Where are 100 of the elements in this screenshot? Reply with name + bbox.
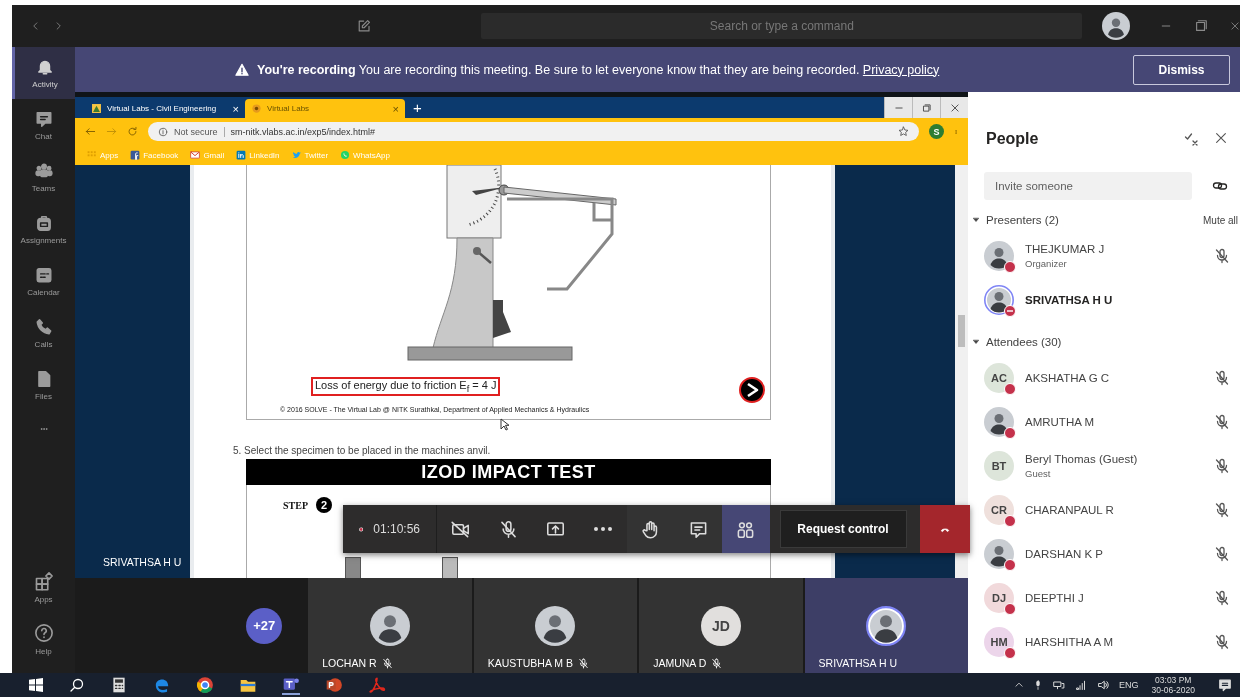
url-text: sm-nitk.vlabs.ac.in/exp5/index.html# xyxy=(223,126,376,137)
people-app-icon[interactable] xyxy=(282,675,300,693)
compose-icon[interactable] xyxy=(357,18,372,34)
invite-field[interactable]: Invite someone xyxy=(984,172,1192,200)
video-tile[interactable]: KAUSTUBHA M B xyxy=(473,578,638,673)
section-header[interactable]: Attendees (30) xyxy=(968,328,1240,356)
restore-icon[interactable] xyxy=(1194,19,1208,33)
participant-name: KAUSTUBHA M B xyxy=(487,657,573,669)
notifications-icon[interactable] xyxy=(1218,678,1232,692)
reload-icon[interactable] xyxy=(127,126,138,137)
rail-item[interactable]: Teams xyxy=(12,151,75,203)
help-icon xyxy=(33,622,54,643)
specimen-bar xyxy=(442,557,458,578)
participant-name: CHARANPAUL R xyxy=(1025,504,1114,516)
video-tile[interactable]: SRIVATHSA H U xyxy=(804,578,969,673)
bird-icon xyxy=(291,150,302,160)
back-icon[interactable] xyxy=(30,20,40,32)
privacy-link[interactable]: Privacy policy xyxy=(862,62,940,77)
start-icon[interactable] xyxy=(28,677,44,693)
signal-icon[interactable] xyxy=(1075,679,1088,691)
avatar: AC xyxy=(984,363,1014,393)
participant-name: HARSHITHA A M xyxy=(1025,636,1114,648)
rail-item[interactable]: Files xyxy=(12,359,75,411)
backpack-icon xyxy=(34,213,53,232)
calculator-icon[interactable] xyxy=(110,676,128,694)
avatar xyxy=(1102,12,1130,40)
browser-tab[interactable]: Virtual Labs × xyxy=(245,99,405,118)
rail-item[interactable]: Chat xyxy=(12,99,75,151)
section-title: Presenters (2) xyxy=(986,214,1059,226)
back-icon[interactable] xyxy=(85,126,96,137)
next-button[interactable] xyxy=(739,377,765,403)
participant-name: DEEPTHI J xyxy=(1025,592,1084,604)
browser-tab[interactable]: Virtual Labs - Civil Engineering × xyxy=(85,99,245,118)
profile-avatar[interactable]: S xyxy=(929,124,944,139)
microphone-icon[interactable] xyxy=(1033,679,1043,691)
mute-all-link[interactable]: Mute all xyxy=(1203,214,1238,226)
participant-name: SRIVATHSA H U xyxy=(818,657,897,669)
warning-icon xyxy=(235,62,249,77)
mic-off-icon xyxy=(498,519,518,539)
avatar: HM xyxy=(984,627,1014,657)
close-icon[interactable] xyxy=(949,102,960,113)
slides-app-icon[interactable] xyxy=(325,676,343,694)
close-tab-button[interactable]: × xyxy=(392,102,399,115)
clock[interactable]: 03:03 PM 30-06-2020 xyxy=(1151,675,1195,695)
participant-role: Organizer xyxy=(1025,258,1068,269)
avatar: DJ xyxy=(984,583,1014,613)
browser-circle-icon[interactable] xyxy=(196,676,214,694)
volume-icon[interactable] xyxy=(1097,679,1110,691)
call-timer: 01:10:56 xyxy=(373,522,420,536)
search-field[interactable]: Search or type a command xyxy=(481,13,1083,39)
request-control-button[interactable]: Request control xyxy=(779,510,907,548)
chevron-up-icon[interactable] xyxy=(1014,680,1024,690)
section-header[interactable]: Presenters (2) Mute all xyxy=(968,206,1240,234)
avatar: CR xyxy=(984,495,1014,525)
apps-icon xyxy=(33,570,54,591)
panel-title: People xyxy=(986,130,1039,148)
rail-item[interactable]: Calls xyxy=(12,307,75,359)
network-icon[interactable] xyxy=(1052,679,1066,691)
participant-name: AMRUTHA M xyxy=(1025,416,1094,428)
more-icon xyxy=(594,527,613,531)
close-icon[interactable] xyxy=(1214,131,1228,145)
new-tab-button[interactable]: + xyxy=(413,99,422,116)
participants-button[interactable] xyxy=(722,505,770,553)
rail-item[interactable]: Assignments xyxy=(12,203,75,255)
rail-item[interactable]: Help xyxy=(12,613,75,665)
rail-item[interactable]: Calendar xyxy=(12,255,75,307)
video-tile[interactable]: LOCHAN R xyxy=(308,578,472,673)
forward-icon[interactable] xyxy=(54,20,64,32)
browser-e-icon[interactable] xyxy=(153,676,171,694)
favicon-icon xyxy=(251,103,262,114)
raise-hand-button[interactable] xyxy=(627,505,675,553)
video-tile[interactable]: JD JAMUNA D xyxy=(639,578,803,673)
search-icon[interactable] xyxy=(69,677,85,693)
address-bar[interactable]: Not secure sm-nitk.vlabs.ac.in/exp5/index.html# xyxy=(148,122,919,141)
participant-name: DARSHAN K P xyxy=(1025,548,1103,560)
people-group-icon xyxy=(34,161,53,180)
presenter-label: SRIVATHSA H U xyxy=(103,556,182,568)
chat-icon xyxy=(688,519,708,539)
specimen-bar xyxy=(345,557,361,578)
rail-item[interactable]: Activity xyxy=(12,47,75,99)
restore-icon[interactable] xyxy=(921,102,932,113)
language-indicator[interactable]: ENG xyxy=(1119,680,1139,690)
chat-button[interactable] xyxy=(674,505,722,553)
square-logo-icon xyxy=(236,150,247,160)
overflow-count[interactable]: +27 xyxy=(246,607,283,644)
dismiss-button[interactable]: Dismiss xyxy=(1133,54,1230,85)
step-number: 2 xyxy=(316,497,332,513)
close-tab-button[interactable]: × xyxy=(232,102,239,115)
recording-notice: You're recording You are recording this meeting. Be sure to let everyone know that they are being recorded. Privacy policy xyxy=(257,62,940,77)
mute-all-icon[interactable] xyxy=(1184,131,1200,147)
friction-label: Loss of energy due to friction E$_{f}$ = 4 J xyxy=(311,377,501,397)
square-logo-icon xyxy=(130,150,141,160)
document-app-icon[interactable] xyxy=(368,676,386,694)
bookmark-star-icon[interactable] xyxy=(898,126,909,137)
chat-icon xyxy=(34,109,53,128)
avatar: JD xyxy=(700,606,741,646)
rail-item[interactable]: Apps xyxy=(12,561,75,613)
participant-name: THEJKUMAR J xyxy=(1025,243,1105,255)
close-icon[interactable] xyxy=(1230,20,1240,32)
caret-icon xyxy=(972,338,980,346)
